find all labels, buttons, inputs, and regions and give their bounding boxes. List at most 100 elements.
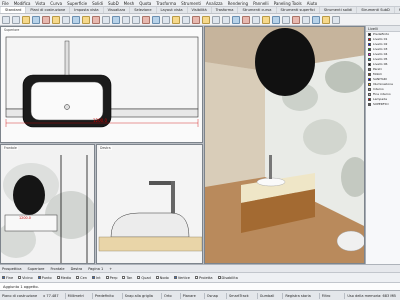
osnap-fine[interactable]: Fine [2,276,13,280]
tool-icon[interactable] [62,15,70,24]
status-toggle-registra-storia[interactable]: Registra storia [282,292,312,299]
layer-color-swatch[interactable] [368,68,371,71]
osnap-nodo[interactable]: Nodo [155,276,169,280]
osnap-checkbox[interactable] [76,276,80,279]
menu-item-file[interactable]: File [2,1,9,6]
menu-item-strumenti[interactable]: Strumenti [181,1,201,6]
tool-icon[interactable] [12,15,20,24]
layer-color-swatch[interactable] [368,43,371,46]
viewport-tab[interactable]: Destra [71,267,83,271]
viewport-tab[interactable]: Prospettica [2,267,22,271]
osnap-checkbox[interactable] [2,276,5,279]
osnap-checkbox[interactable] [92,276,95,279]
osnap-checkbox[interactable] [194,276,198,279]
tab-strumenti-solidi[interactable]: Strumenti solidi [320,7,358,13]
tab-visibilità[interactable]: Visibilità [188,7,212,13]
osnap-checkbox[interactable] [217,276,221,279]
menu-item-paneling-tools[interactable]: Paneling Tools [274,1,302,6]
viewport-top[interactable]: Superiore 1200.0 [0,26,203,143]
tool-icon[interactable] [312,15,320,24]
osnap-tan[interactable]: Tan [122,276,132,280]
layer-color-swatch[interactable] [368,93,371,96]
menu-item-mesh[interactable]: Mesh [124,1,135,6]
osnap-checkbox[interactable] [173,276,177,279]
osnap-checkbox[interactable] [122,276,126,279]
tool-icon[interactable] [82,15,90,24]
tool-icon[interactable] [272,15,280,24]
viewport-tab[interactable]: Pagina 1 [88,267,103,271]
layer-color-swatch[interactable] [368,98,371,101]
tool-icon[interactable] [172,15,180,24]
tab-piani-di-costruzione[interactable]: Piani di costruzione [26,7,71,13]
status-toggle-snap-alla-griglia[interactable]: Snap alla griglia [121,292,155,299]
osnap-checkbox[interactable] [137,276,141,279]
tool-icon[interactable] [32,15,40,24]
viewport-label[interactable]: Superiore [3,28,21,32]
tab-selezione[interactable]: Selezione [130,7,157,13]
osnap-int[interactable]: Int [92,276,101,280]
tool-icon[interactable] [142,15,150,24]
menu-item-pannelli[interactable]: Pannelli [253,1,269,6]
tool-icon[interactable] [252,15,260,24]
viewport-tab[interactable]: Frontale [50,267,64,271]
viewport-perspective[interactable] [204,26,365,264]
osnap-disabilita[interactable]: Disabilita [217,276,238,280]
osnap-checkbox[interactable] [18,276,22,279]
osnap-vicino[interactable]: Vicino [18,276,33,280]
tool-icon[interactable] [122,15,130,24]
tool-icon[interactable] [262,15,270,24]
status-toggle-gumball[interactable]: Gumball [256,292,277,299]
tool-icon[interactable] [102,15,110,24]
menu-item-aiuto[interactable]: Aiuto [307,1,317,6]
layer-row[interactable]: SUPERFICI [366,102,400,107]
tab-layout-vista[interactable]: Layout vista [157,7,188,13]
layer-color-swatch[interactable] [368,63,371,66]
units-label[interactable]: Millimetri [64,292,86,299]
tool-icon[interactable] [322,15,330,24]
tool-icon[interactable] [232,15,240,24]
menu-item-vista[interactable]: Vista [35,1,45,6]
tool-icon[interactable] [72,15,80,24]
osnap-proietta[interactable]: Proietta [194,276,213,280]
layer-color-swatch[interactable] [368,88,371,91]
tool-icon[interactable] [302,15,310,24]
layer-color-swatch[interactable] [368,33,371,36]
menu-item-quota[interactable]: Quota [139,1,151,6]
tab-trasforma[interactable]: Trasforma [212,7,239,13]
osnap-cen[interactable]: Cen [76,276,87,280]
osnap-medio[interactable]: Medio [56,276,71,280]
tab-imposta-vista[interactable]: Imposta vista [70,7,104,13]
layer-color-swatch[interactable] [368,53,371,56]
tool-icon[interactable] [202,15,210,24]
viewport-right[interactable]: Destra [96,144,203,264]
layer-color-swatch[interactable] [368,58,371,61]
layer-color-swatch[interactable] [368,78,371,81]
tool-icon[interactable] [92,15,100,24]
tab-strumenti-superfici[interactable]: Strumenti superfici [277,7,320,13]
osnap-checkbox[interactable] [105,276,109,279]
tab-strumenti-subd[interactable]: Strumenti SubD [357,7,395,13]
tool-icon[interactable] [2,15,10,24]
tool-icon[interactable] [282,15,290,24]
osnap-checkbox[interactable] [37,276,41,279]
status-toggle-osnap[interactable]: Osnap [203,292,220,299]
tool-icon[interactable] [132,15,140,24]
menu-item-modifica[interactable]: Modifica [14,1,31,6]
viewport-label[interactable]: Frontale [3,146,18,150]
layer-color-swatch[interactable] [368,83,371,86]
osnap-vertice[interactable]: Vertice [173,276,190,280]
menu-item-curva[interactable]: Curva [50,1,62,6]
menu-item-trasforma[interactable]: Trasforma [156,1,176,6]
tab-strumenti-mesh[interactable]: Strumenti mesh [395,7,400,13]
menu-item-subd[interactable]: SubD [108,1,119,6]
viewport-tab[interactable]: Superiore [28,267,45,271]
layer-color-swatch[interactable] [368,103,371,106]
current-layer[interactable]: Predefinito [91,292,116,299]
tool-icon[interactable] [242,15,250,24]
tool-icon[interactable] [112,15,120,24]
tool-icon[interactable] [162,15,170,24]
tool-icon[interactable] [182,15,190,24]
tab-strumenti-curva[interactable]: Strumenti curva [238,7,277,13]
tab-standard[interactable]: Standard [1,7,27,13]
layer-color-swatch[interactable] [368,38,371,41]
